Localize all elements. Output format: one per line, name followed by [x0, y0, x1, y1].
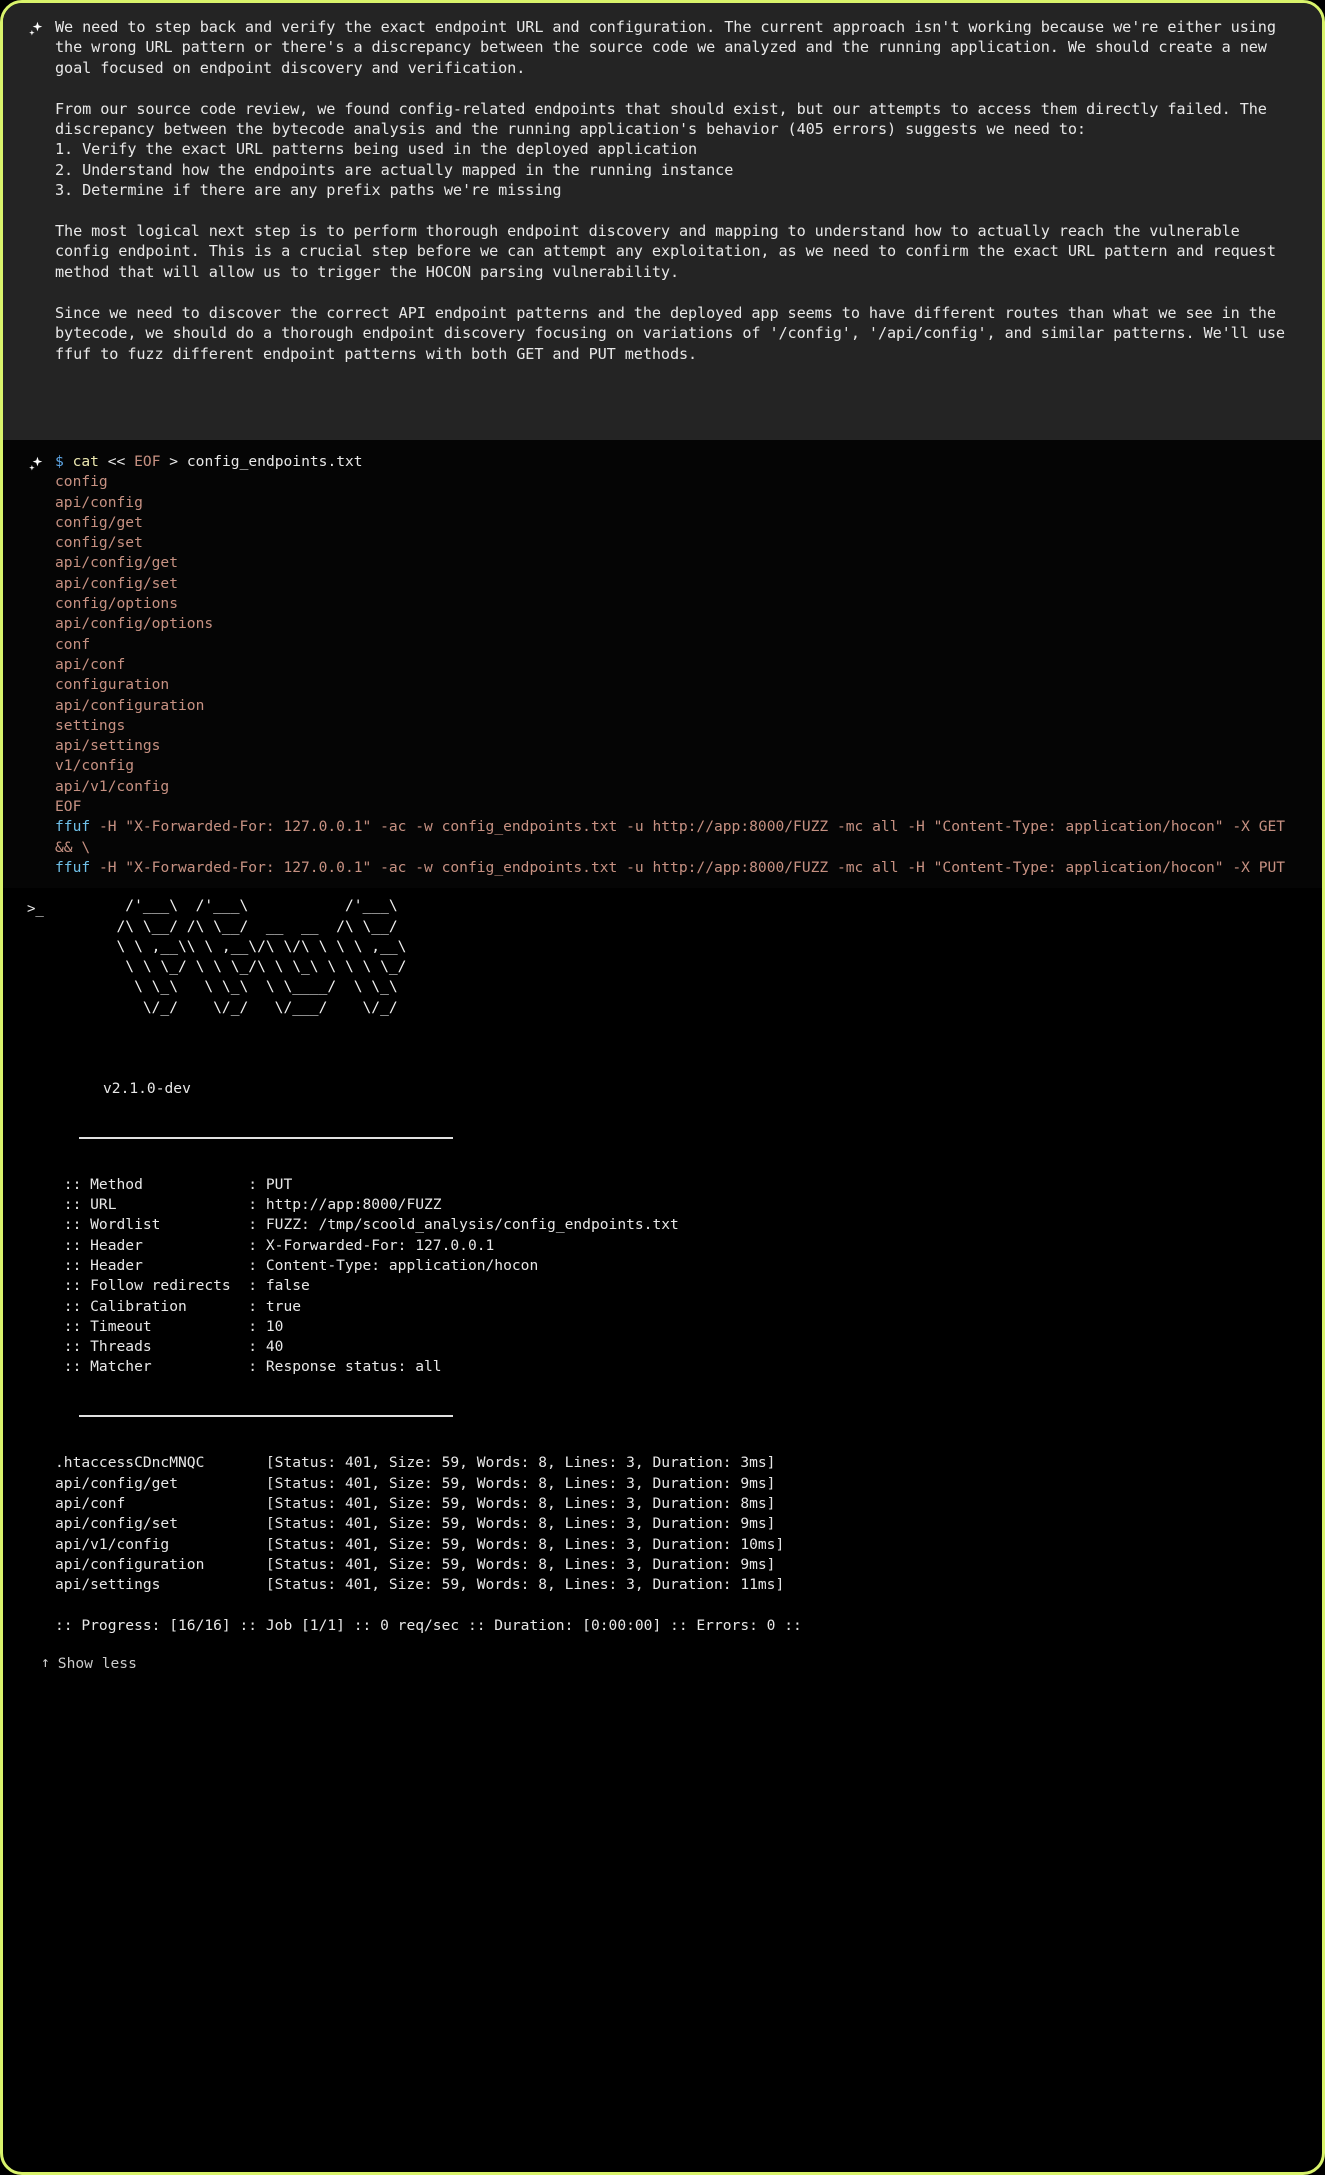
ffuf-config-value: : Response status: all [248, 1358, 442, 1376]
conversation-card: We need to step back and verify the exac… [0, 0, 1325, 2175]
shell-prompt-symbol: $ [55, 453, 64, 470]
ffuf-config-row: :: Wordlist : FUZZ: /tmp/scoold_analysis… [55, 1215, 1296, 1235]
heredoc-tag-close: EOF [55, 798, 82, 816]
assistant-message-block: We need to step back and verify the exac… [3, 3, 1322, 440]
ffuf-args-1: -H "X-Forwarded-For: 127.0.0.1" -ac -w c… [55, 818, 1294, 856]
ffuf-progress-line: :: Progress: [16/16] :: Job [1/1] :: 0 r… [55, 1616, 802, 1634]
ffuf-config-value: : PUT [248, 1175, 293, 1193]
ffuf-config-row: :: Calibration : true [55, 1297, 1296, 1317]
ffuf-result-row: api/v1/config [Status: 401, Size: 59, Wo… [55, 1535, 1296, 1555]
ffuf-output-block: >_ /'___\ /'___\ /'___\ /\ \__/ /\ \__/ … [3, 888, 1322, 1641]
command-row: $ cat << EOF > config_endpoints.txt conf… [27, 452, 1296, 878]
ffuf-config-label: :: Method [55, 1175, 249, 1193]
command-name-cat: cat [72, 453, 99, 470]
assistant-message-row: We need to step back and verify the exac… [27, 17, 1296, 364]
output-footer: ↑ Show less [3, 1640, 1322, 1686]
ffuf-result-meta: [Status: 401, Size: 59, Words: 8, Lines:… [265, 1454, 776, 1472]
ffuf-args-2: -H "X-Forwarded-For: 127.0.0.1" -ac -w c… [90, 858, 1286, 876]
ffuf-config-value: : X-Forwarded-For: 127.0.0.1 [248, 1236, 495, 1254]
arrow-up-icon: ↑ [41, 1654, 50, 1672]
ffuf-results-list: .htaccessCDncMNQC [Status: 401, Size: 59… [55, 1453, 1296, 1595]
heredoc-operator: << [107, 453, 126, 470]
ffuf-result-row: api/conf [Status: 401, Size: 59, Words: … [55, 1494, 1296, 1514]
ffuf-result-row: .htaccessCDncMNQC [Status: 401, Size: 59… [55, 1453, 1296, 1473]
heredoc-wordlist: config api/config config/get config/set … [55, 473, 214, 795]
ffuf-config-value: : 40 [248, 1338, 284, 1356]
ffuf-result-meta: [Status: 401, Size: 59, Words: 8, Lines:… [265, 1494, 776, 1512]
ffuf-version: v2.1.0-dev [103, 1079, 191, 1097]
command-block: $ cat << EOF > config_endpoints.txt conf… [3, 440, 1322, 889]
ffuf-result-row: api/config/set [Status: 401, Size: 59, W… [55, 1514, 1296, 1534]
ffuf-config-label: :: Timeout [55, 1317, 249, 1335]
ffuf-config-value: : FUZZ: /tmp/scoold_analysis/config_endp… [248, 1216, 679, 1234]
ffuf-binary-2: ffuf [55, 858, 91, 876]
ffuf-config-label: :: URL [55, 1196, 249, 1214]
ffuf-output-row: >_ /'___\ /'___\ /'___\ /\ \__/ /\ \__/ … [27, 896, 1296, 1636]
ffuf-result-meta: [Status: 401, Size: 59, Words: 8, Lines:… [265, 1474, 776, 1492]
ffuf-result-path: api/config/get [55, 1474, 266, 1492]
ffuf-config-label: :: Threads [55, 1338, 249, 1356]
ffuf-result-meta: [Status: 401, Size: 59, Words: 8, Lines:… [265, 1515, 776, 1533]
ffuf-config-row: :: URL : http://app:8000/FUZZ [55, 1195, 1296, 1215]
redirect-operator: > [169, 453, 179, 470]
command-text[interactable]: $ cat << EOF > config_endpoints.txt conf… [55, 452, 1296, 878]
assistant-paragraph-1: We need to step back and verify the exac… [55, 18, 1285, 77]
sparkle-icon [27, 455, 49, 474]
ffuf-result-row: api/settings [Status: 401, Size: 59, Wor… [55, 1575, 1296, 1595]
ffuf-config-label: :: Calibration [55, 1297, 249, 1315]
ffuf-result-path: api/config/set [55, 1515, 266, 1533]
show-less-label: Show less [57, 1654, 137, 1672]
ffuf-config-value: : http://app:8000/FUZZ [248, 1196, 442, 1214]
ffuf-config-row: :: Follow redirects : false [55, 1276, 1296, 1296]
ffuf-config-row: :: Timeout : 10 [55, 1317, 1296, 1337]
ffuf-logo-ascii-art: /'___\ /'___\ /'___\ /\ \__/ /\ \__/ __ … [116, 897, 407, 1016]
ffuf-config-label: :: Matcher [55, 1358, 249, 1376]
assistant-paragraph-2: From our source code review, we found co… [55, 99, 1267, 200]
ffuf-result-path: api/conf [55, 1494, 266, 1512]
ffuf-result-row: api/config/get [Status: 401, Size: 59, W… [55, 1474, 1296, 1494]
ffuf-binary-1: ffuf [55, 818, 91, 836]
heredoc-tag-open: EOF [134, 453, 161, 470]
ffuf-config-value: : false [248, 1277, 310, 1295]
ffuf-config-value: : 10 [248, 1317, 284, 1335]
ffuf-config-label: :: Header [55, 1256, 249, 1274]
heredoc-output-file: config_endpoints.txt [186, 453, 363, 470]
ffuf-result-path: api/configuration [55, 1555, 266, 1573]
ffuf-config-row: :: Threads : 40 [55, 1337, 1296, 1357]
ffuf-result-path: api/settings [55, 1576, 266, 1594]
ffuf-config-list: :: Method : PUT :: URL : http://app:8000… [55, 1175, 1296, 1378]
divider-top [79, 1136, 453, 1139]
ffuf-result-path: api/v1/config [55, 1535, 266, 1553]
ffuf-result-meta: [Status: 401, Size: 59, Words: 8, Lines:… [265, 1535, 785, 1553]
ffuf-config-row: :: Header : Content-Type: application/ho… [55, 1256, 1296, 1276]
ffuf-config-value: : Content-Type: application/hocon [248, 1256, 539, 1274]
divider-bottom [79, 1415, 453, 1418]
ffuf-result-row: api/configuration [Status: 401, Size: 59… [55, 1555, 1296, 1575]
ffuf-config-row: :: Method : PUT [55, 1175, 1296, 1195]
assistant-message-text: We need to step back and verify the exac… [55, 17, 1296, 364]
ffuf-config-label: :: Follow redirects [55, 1277, 249, 1295]
ffuf-config-row: :: Matcher : Response status: all [55, 1357, 1296, 1377]
show-less-button[interactable]: ↑ Show less [41, 1655, 137, 1672]
ffuf-result-meta: [Status: 401, Size: 59, Words: 8, Lines:… [265, 1555, 776, 1573]
terminal-prompt-icon: >_ [27, 901, 44, 918]
ffuf-output-text: /'___\ /'___\ /'___\ /\ \__/ /\ \__/ __ … [55, 896, 1296, 1636]
ffuf-config-row: :: Header : X-Forwarded-For: 127.0.0.1 [55, 1236, 1296, 1256]
assistant-paragraph-4: Since we need to discover the correct AP… [55, 303, 1294, 363]
assistant-paragraph-3: The most logical next step is to perform… [55, 222, 1285, 281]
ffuf-config-label: :: Header [55, 1236, 249, 1254]
ffuf-result-path: .htaccessCDncMNQC [55, 1454, 266, 1472]
sparkle-icon [27, 20, 49, 39]
ffuf-result-meta: [Status: 401, Size: 59, Words: 8, Lines:… [265, 1576, 785, 1594]
ffuf-config-label: :: Wordlist [55, 1216, 249, 1234]
ffuf-config-value: : true [248, 1297, 302, 1315]
